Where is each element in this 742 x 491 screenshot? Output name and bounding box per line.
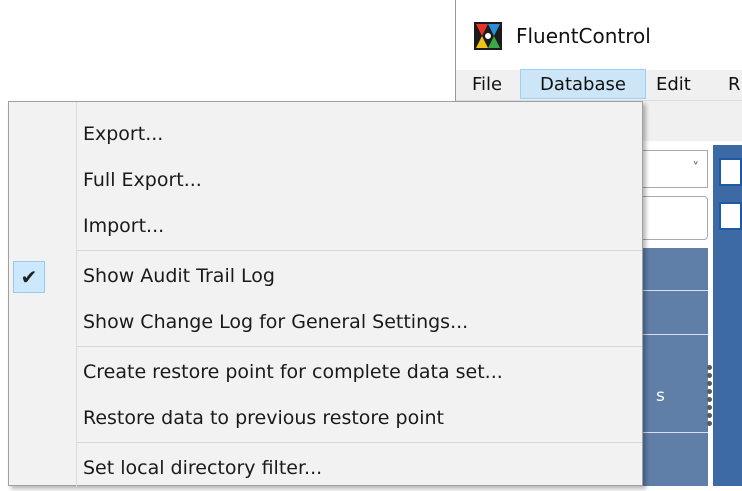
- menu-item-label: Full Export...: [83, 169, 202, 191]
- menu-item-label: Restore data to previous restore point: [83, 407, 444, 429]
- panel-toggle-button[interactable]: [719, 158, 742, 186]
- menu-separator: [76, 442, 642, 443]
- menu-item-label: Show Audit Trail Log: [83, 265, 275, 287]
- menu-database[interactable]: Database: [520, 69, 646, 99]
- menu-item-create-restore-point[interactable]: Create restore point for complete data s…: [9, 349, 642, 395]
- menu-separator: [76, 250, 642, 251]
- menu-item-show-audit-trail-log[interactable]: ✔ Show Audit Trail Log: [9, 253, 642, 299]
- menu-r-truncated[interactable]: R: [728, 70, 741, 100]
- menu-item-label: Set local directory filter...: [83, 457, 323, 479]
- chevron-down-icon: ˅: [692, 161, 700, 176]
- menu-item-set-local-directory-filter[interactable]: Set local directory filter...: [9, 445, 642, 491]
- panel-toggle-button[interactable]: [719, 202, 742, 230]
- menu-item-export[interactable]: Export...: [9, 111, 642, 157]
- menu-item-full-export[interactable]: Full Export...: [9, 157, 642, 203]
- menu-item-label: Import...: [83, 215, 165, 237]
- database-dropdown-menu: Export... Full Export... Import... ✔ Sho…: [8, 101, 643, 487]
- menu-file[interactable]: File: [472, 70, 502, 100]
- menu-item-restore-data[interactable]: Restore data to previous restore point: [9, 395, 642, 441]
- menu-item-label: Create restore point for complete data s…: [83, 361, 503, 383]
- panel-item-label: s: [656, 386, 665, 406]
- menu-item-show-change-log[interactable]: Show Change Log for General Settings...: [9, 299, 642, 345]
- menu-separator: [76, 346, 642, 347]
- menu-edit[interactable]: Edit: [656, 70, 691, 100]
- splitter-grip[interactable]: [705, 362, 713, 434]
- menu-item-label: Export...: [83, 123, 164, 145]
- checkmark-icon: ✔: [13, 261, 45, 293]
- app-title: FluentControl: [516, 24, 651, 48]
- fluentcontrol-logo-icon: [474, 22, 502, 50]
- menu-item-label: Show Change Log for General Settings...: [83, 311, 469, 333]
- menu-item-import[interactable]: Import...: [9, 203, 642, 249]
- right-toolstrip: [713, 145, 742, 486]
